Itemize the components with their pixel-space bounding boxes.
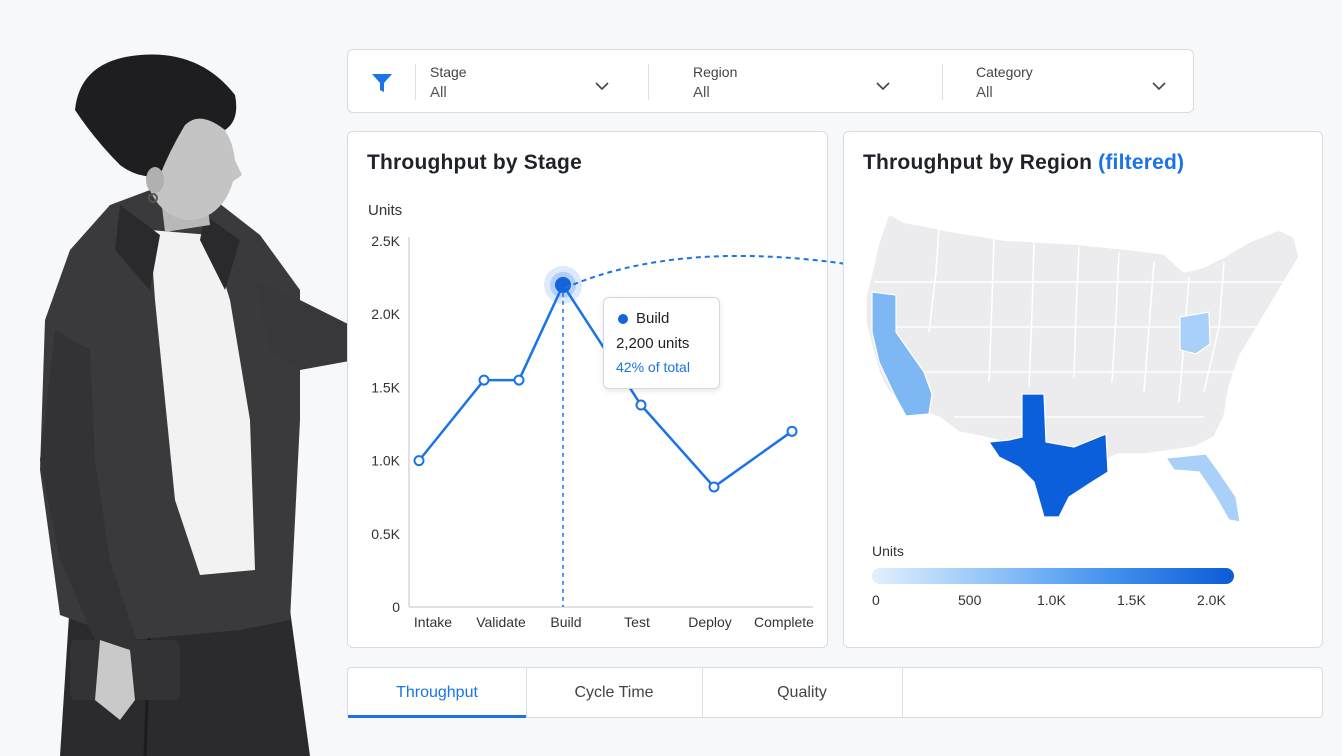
tooltip-percent: 42% of total <box>616 359 690 375</box>
chart-tooltip: Build 2,200 units 42% of total <box>603 297 720 389</box>
data-point[interactable] <box>635 399 647 411</box>
person-illustration <box>40 54 360 756</box>
y-axis-label: Units <box>368 202 402 219</box>
us-map-base <box>865 212 1300 478</box>
legend-color-scale <box>872 568 1234 584</box>
x-tick-label: Complete <box>754 614 814 630</box>
stage-filter-value: All <box>430 84 447 101</box>
y-tick-label: 2.5K <box>371 233 400 249</box>
filter-divider <box>415 64 416 100</box>
stage-filter-label: Stage <box>430 64 467 80</box>
x-tick-label: Validate <box>476 614 526 630</box>
y-tick-label: 1.5K <box>371 379 400 395</box>
data-point[interactable] <box>708 481 720 493</box>
category-filter-label: Category <box>976 64 1033 80</box>
region-filter-dropdown[interactable]: Region All <box>693 64 873 101</box>
filter-bar: Stage All Region All Category All <box>347 49 1194 113</box>
tooltip-stage-name: Build <box>636 310 670 327</box>
tab-divider <box>902 668 903 717</box>
tab-cycle-time-label: Cycle Time <box>574 684 654 701</box>
y-tick-label: 1.0K <box>371 453 400 469</box>
tab-quality[interactable]: Quality <box>702 668 902 717</box>
filter-divider <box>648 64 649 100</box>
x-tick-label: Test <box>624 614 650 630</box>
filter-divider <box>942 64 943 100</box>
x-tick-label: Build <box>550 614 581 630</box>
state-ohio <box>1179 311 1211 355</box>
throughput-by-stage-card: Throughput by Stage Units 2.5K 2.0K 1.5K 1.… <box>347 131 828 648</box>
legend-tick: 1.5K <box>1117 592 1146 608</box>
stage-filter-dropdown[interactable]: Stage All <box>430 64 610 101</box>
x-tick-label: Intake <box>414 614 452 630</box>
tab-cycle-time[interactable]: Cycle Time <box>526 668 702 717</box>
data-point[interactable] <box>513 374 525 386</box>
stage-line-chart: Units 2.5K 2.0K 1.5K 1.0K 0.5K 0 Intake Valida… <box>368 202 814 630</box>
tooltip-units: 2,200 units <box>616 335 690 352</box>
data-point[interactable] <box>478 374 490 386</box>
legend-tick: 500 <box>958 592 982 608</box>
category-filter-dropdown[interactable]: Category All <box>976 64 1156 101</box>
legend-title: Units <box>872 543 904 559</box>
y-tick-label: 2.0K <box>371 306 400 322</box>
y-tick-label: 0.5K <box>371 526 400 542</box>
tab-throughput-label: Throughput <box>396 684 478 701</box>
category-filter-value: All <box>976 84 993 101</box>
legend-tick: 2.0K <box>1197 592 1226 608</box>
legend-tick: 0 <box>872 592 880 608</box>
region-filter-label: Region <box>693 64 738 80</box>
tab-quality-label: Quality <box>777 684 827 701</box>
throughput-by-region-card: Throughput by Region (filtered) Units 0 … <box>843 131 1323 648</box>
chevron-down-icon[interactable] <box>595 82 609 91</box>
legend-tick: 1.0K <box>1037 592 1066 608</box>
data-point[interactable] <box>786 425 798 437</box>
y-tick-label: 0 <box>392 599 400 615</box>
x-tick-label: Deploy <box>688 614 732 630</box>
chevron-down-icon[interactable] <box>876 82 890 91</box>
data-point[interactable] <box>413 455 425 467</box>
connector-arrow <box>564 255 871 289</box>
region-filter-value: All <box>693 84 710 101</box>
metric-tabs: Throughput Cycle Time Quality <box>347 667 1323 718</box>
state-florida <box>1164 453 1241 523</box>
tab-throughput[interactable]: Throughput <box>348 668 526 718</box>
chevron-down-icon[interactable] <box>1152 82 1166 91</box>
filter-icon <box>372 74 392 92</box>
active-tab-indicator <box>348 715 526 718</box>
tooltip-series-dot <box>618 314 628 324</box>
